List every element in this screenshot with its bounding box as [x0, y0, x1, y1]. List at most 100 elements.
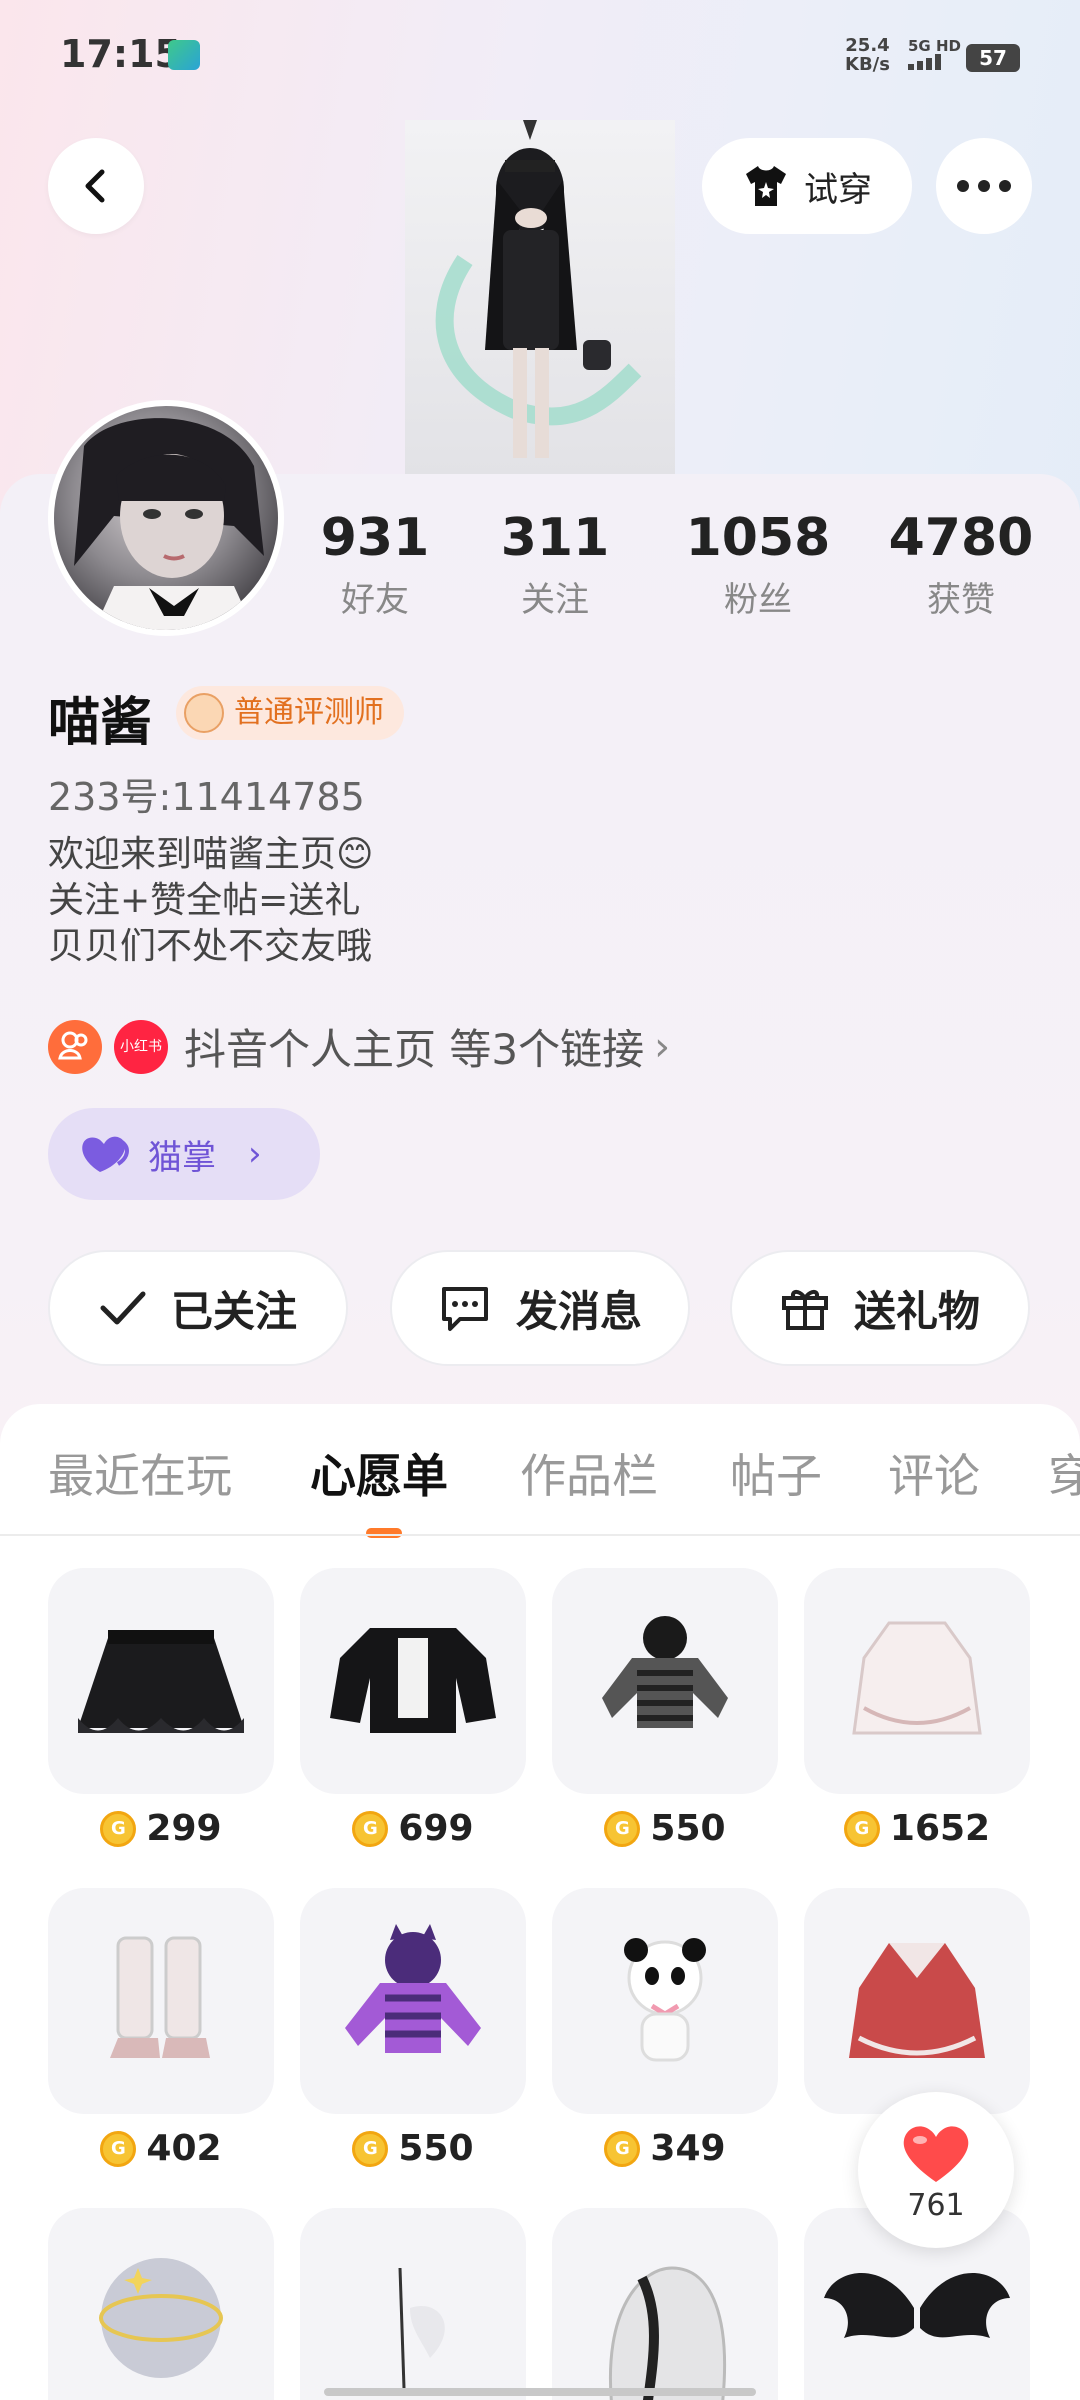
white-feather-icon: [398, 2267, 445, 2389]
message-button[interactable]: 发消息: [390, 1250, 690, 1366]
panda-plush-icon: [624, 1938, 706, 2062]
striped-sweater-icon: [602, 1616, 728, 1728]
character-avatar-preview[interactable]: [405, 120, 675, 480]
social-links[interactable]: 小红书 抖音个人主页 等3个链接 ›: [48, 1016, 670, 1077]
price-value: 299: [146, 1808, 222, 1849]
network-type: 5G HD: [908, 37, 961, 55]
item-image: [552, 2208, 778, 2400]
item-image: [804, 1568, 1030, 1794]
coin-icon: [352, 2130, 389, 2167]
gift-button[interactable]: 送礼物: [730, 1250, 1030, 1366]
bio-line: 贝贝们不处不交友哦: [48, 926, 373, 967]
user-id: 233号:11414785: [48, 775, 365, 819]
galaxy-halo-icon: [99, 2258, 223, 2378]
heart-icon: [903, 2126, 969, 2182]
character-figure-icon: [435, 120, 642, 458]
like-button[interactable]: 761: [858, 2092, 1014, 2248]
message-label: 发消息: [515, 1286, 642, 1336]
item-price: 1652: [804, 1808, 1030, 1849]
stat-value: 1058: [685, 508, 831, 568]
followed-button[interactable]: 已关注: [48, 1250, 348, 1366]
wishlist-item[interactable]: 402: [48, 1888, 274, 2169]
xiaohongshu-icon: 小红书: [114, 1019, 168, 1074]
network-speed-unit: KB/s: [845, 54, 890, 75]
stat-label: 关注: [521, 580, 589, 620]
coin-icon: [604, 2130, 641, 2167]
black-jacket-icon: [330, 1628, 496, 1733]
chevron-right-icon: ›: [654, 1023, 671, 1070]
avatar[interactable]: [48, 400, 284, 636]
wishlist-item[interactable]: 299: [48, 1568, 274, 1849]
wishlist-item[interactable]: [48, 2208, 274, 2400]
price-value: 550: [398, 2128, 474, 2169]
item-image: [48, 2208, 274, 2400]
item-price: 402: [48, 2128, 274, 2169]
active-tab-indicator: [366, 1528, 402, 1538]
price-value: 402: [146, 2128, 222, 2169]
more-button[interactable]: [936, 138, 1032, 234]
item-image: [552, 1568, 778, 1794]
item-price: 299: [48, 1808, 274, 1849]
stat-value: 311: [500, 508, 610, 568]
tabs-divider: [0, 1534, 1080, 1536]
stat-label: 获赞: [927, 580, 995, 620]
status-bar: 17:15 25.4 KB/s 5G HD 57: [0, 0, 1080, 110]
item-price: 550: [552, 1808, 778, 1849]
gift-icon: [781, 1290, 828, 1330]
item-image: [48, 1568, 274, 1794]
home-indicator[interactable]: [324, 2388, 756, 2396]
item-image: [48, 1888, 274, 2114]
chat-bubble-icon: [441, 1287, 488, 1331]
tab-recently-played[interactable]: 最近在玩: [48, 1440, 232, 1506]
black-skirt-icon: [78, 1630, 244, 1733]
price-value: 550: [650, 1808, 726, 1849]
coin-icon: [352, 1810, 389, 1847]
tab-outfits[interactable]: 穿: [1048, 1440, 1080, 1506]
bio-line: 欢迎来到喵酱主页😊: [48, 834, 374, 875]
wishlist-item[interactable]: 550: [300, 1888, 526, 2169]
wishlist-item[interactable]: 1652: [804, 1568, 1030, 1849]
item-image: [804, 1888, 1030, 2114]
signal-bars-icon: [908, 54, 941, 70]
stat-friends[interactable]: 931 好友: [300, 508, 450, 621]
people-icon: [58, 1031, 88, 1059]
profile-stats: 931 好友 311 关注 1058 粉丝 4780 获赞: [300, 508, 1060, 628]
tab-wishlist[interactable]: 心愿单: [310, 1440, 448, 1506]
profile-page: 17:15 25.4 KB/s 5G HD 57 试穿 931 好友 311 关…: [0, 0, 1080, 2400]
try-on-button[interactable]: 试穿: [702, 138, 912, 234]
item-image: [300, 1568, 526, 1794]
avatar-photo: [74, 418, 264, 630]
reviewer-badge[interactable]: 普通评测师: [176, 686, 404, 740]
stat-value: 4780: [888, 508, 1034, 568]
purple-hoodie-icon: [345, 1924, 481, 2053]
stat-following[interactable]: 311 关注: [480, 508, 630, 621]
stat-likes[interactable]: 4780 获赞: [886, 508, 1036, 621]
coin-icon: [843, 1810, 880, 1847]
wishlist-item[interactable]: 349: [552, 1888, 778, 2169]
stat-label: 粉丝: [724, 580, 792, 620]
tab-comments[interactable]: 评论: [888, 1440, 980, 1506]
stat-label: 好友: [341, 580, 409, 620]
chevron-left-icon: [85, 169, 105, 203]
like-count: 761: [907, 2188, 965, 2223]
tab-works[interactable]: 作品栏: [520, 1440, 658, 1506]
wishlist-item[interactable]: [552, 2208, 778, 2400]
profile-tabs: 最近在玩 心愿单 作品栏 帖子 评论 穿: [0, 1440, 1080, 1512]
item-price: 699: [300, 1808, 526, 1849]
network-speed: 25.4 KB/s: [845, 36, 890, 74]
try-on-label: 试穿: [804, 169, 872, 210]
item-price: 550: [300, 2128, 526, 2169]
stat-followers[interactable]: 1058 粉丝: [683, 508, 833, 621]
bio-line: 关注+赞全帖=送礼: [48, 880, 361, 921]
paw-button[interactable]: 猫掌 ›: [48, 1108, 320, 1200]
coin-icon: [604, 1810, 641, 1847]
wishlist-item[interactable]: 550: [552, 1568, 778, 1849]
back-button[interactable]: [48, 138, 144, 234]
coin-icon: [100, 2130, 137, 2167]
wishlist-item[interactable]: 699: [300, 1568, 526, 1849]
item-price: 349: [552, 2128, 778, 2169]
wishlist-item[interactable]: [300, 2208, 526, 2400]
tab-posts[interactable]: 帖子: [730, 1440, 822, 1506]
item-image: [552, 1888, 778, 2114]
links-label: 抖音个人主页 等3个链接: [184, 1025, 645, 1074]
